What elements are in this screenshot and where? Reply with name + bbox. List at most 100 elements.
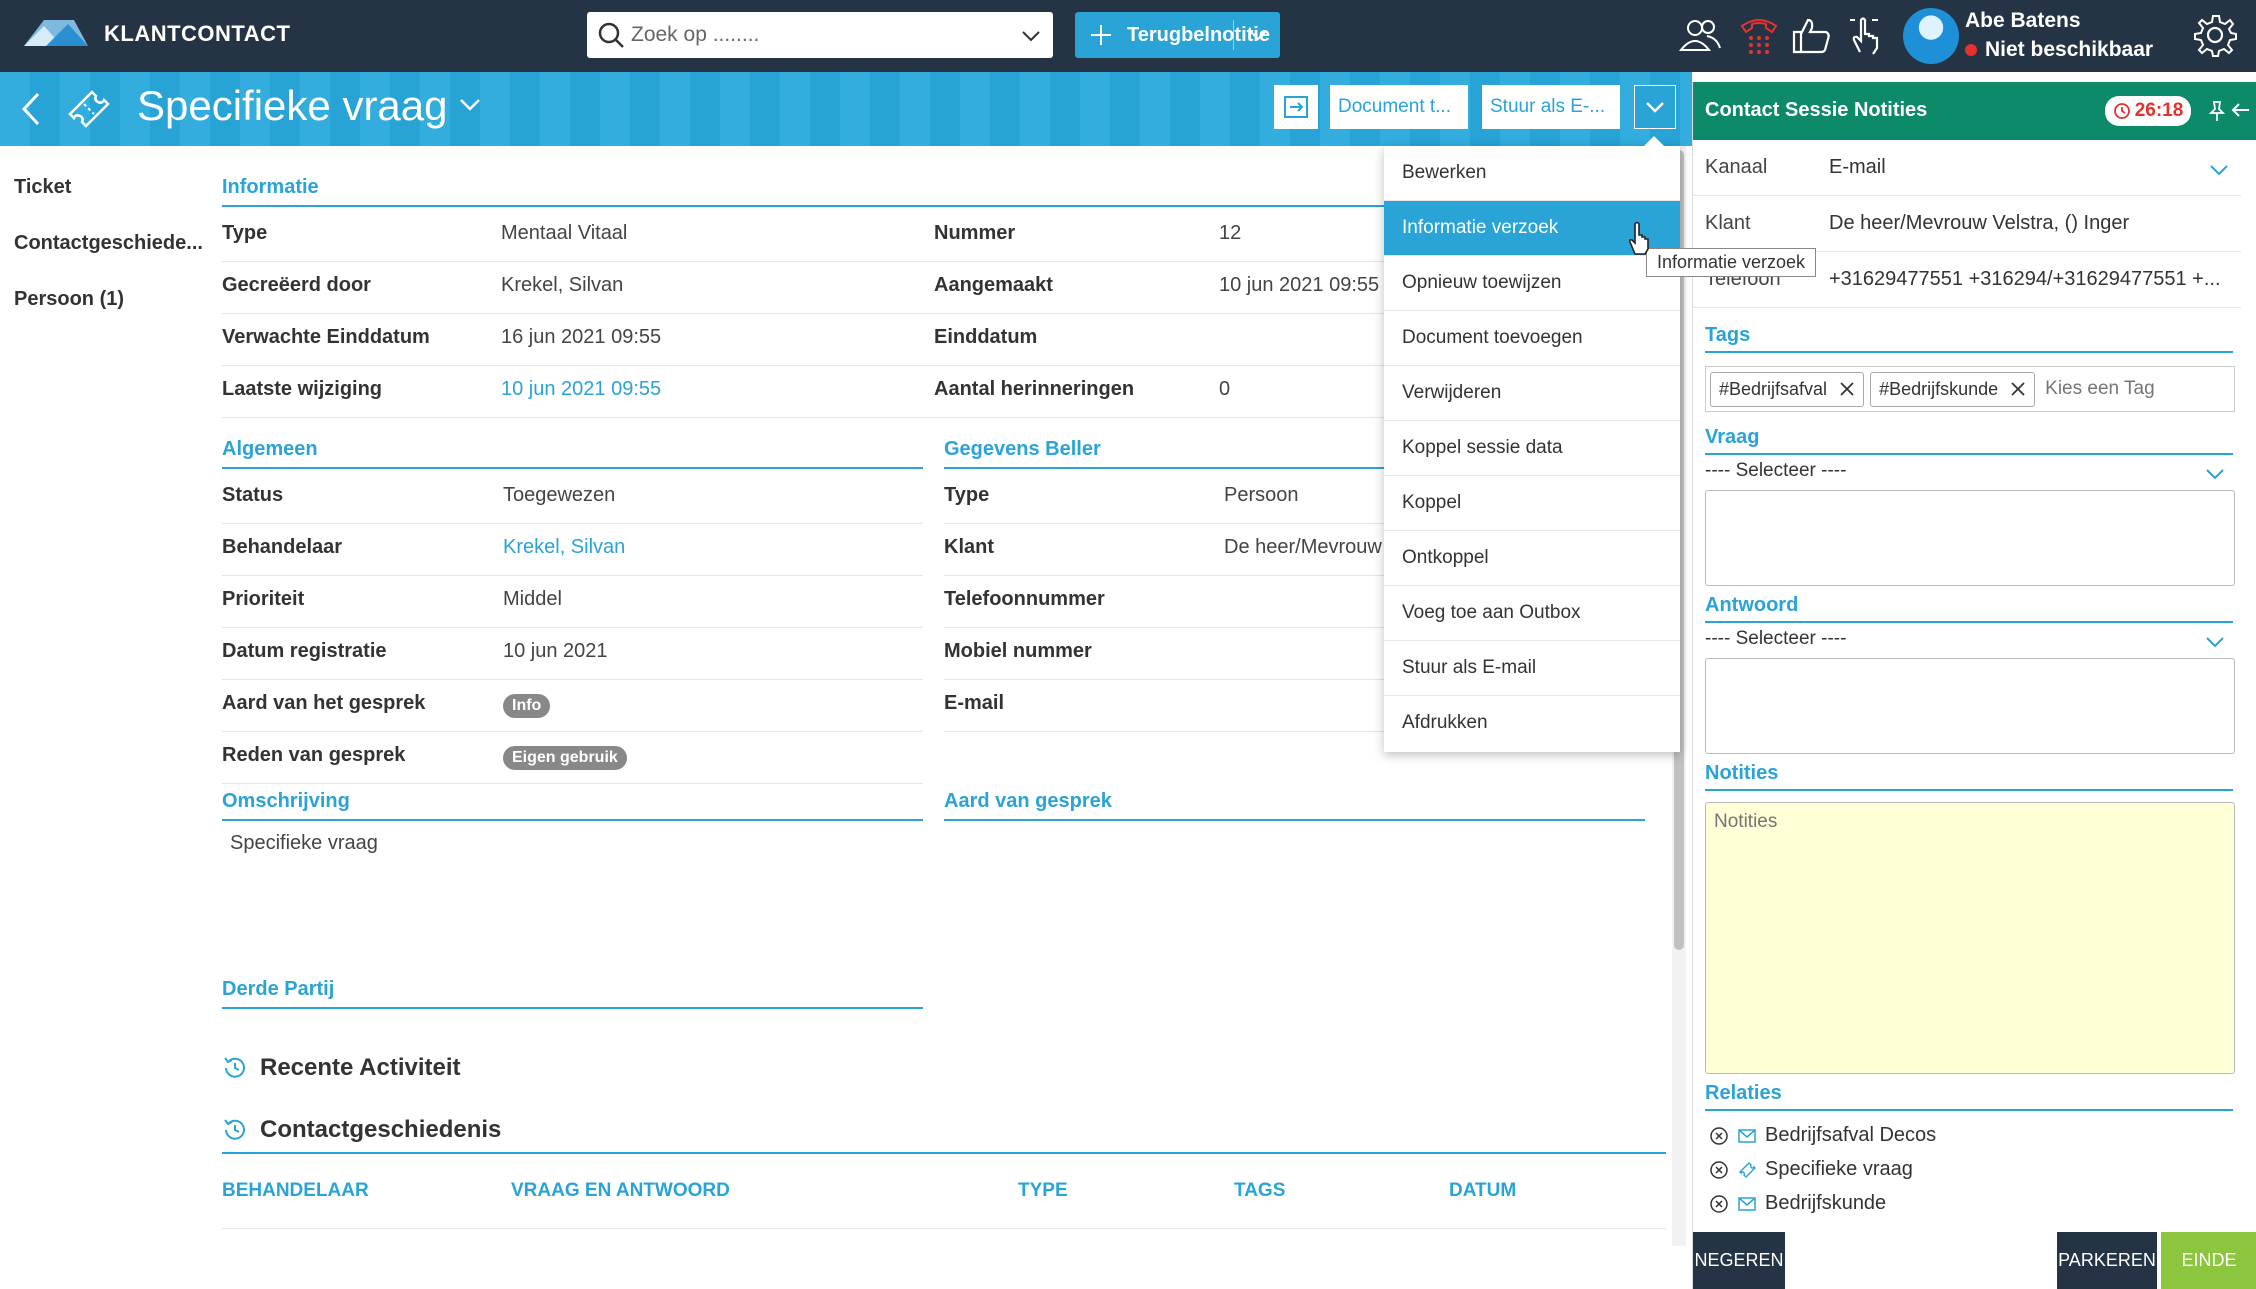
- nav-item-person[interactable]: Persoon (1): [14, 288, 124, 311]
- field-label: Aangemaakt: [934, 274, 1053, 296]
- chevron-down-icon: [1646, 102, 1664, 113]
- back-arrow-icon[interactable]: [14, 88, 46, 130]
- menu-arrow: [1644, 136, 1664, 146]
- field-label: Klant: [1705, 212, 1751, 234]
- customer-field: Klant De heer/Mevrouw Velstra, () Inger: [1693, 196, 2241, 252]
- send-email-button[interactable]: Stuur als E-...: [1482, 85, 1620, 129]
- field-label: Reden van gesprek: [222, 744, 406, 766]
- notes-heading: Notities: [1705, 762, 2233, 791]
- avatar[interactable]: [1903, 8, 1959, 64]
- user-status[interactable]: Niet beschikbaar: [1965, 38, 2153, 62]
- field-value: De heer/Mevrouw: [1224, 536, 1382, 558]
- plus-icon: [1091, 25, 1111, 45]
- conversation-type-badge: Info: [503, 694, 551, 718]
- remove-circle-icon[interactable]: [1709, 1126, 1729, 1146]
- add-document-button[interactable]: Document t...: [1330, 85, 1468, 129]
- column-header-handler[interactable]: BEHANDELAAR: [222, 1180, 369, 1202]
- recent-activity-heading[interactable]: Recente Activiteit: [222, 1054, 461, 1082]
- gear-icon[interactable]: [2192, 12, 2238, 58]
- tag-chip: #Bedrijfsafval: [1710, 371, 1865, 407]
- nav-item-contact-history[interactable]: Contactgeschiede...: [14, 232, 203, 255]
- chevron-down-icon[interactable]: [455, 90, 485, 120]
- menu-item-print[interactable]: Afdrukken: [1384, 696, 1680, 751]
- close-icon[interactable]: [2010, 381, 2026, 397]
- field-label: Gecreëerd door: [222, 274, 371, 296]
- customer-value: De heer/Mevrouw Velstra, () Inger: [1829, 212, 2130, 234]
- tags-input[interactable]: #Bedrijfsafval #Bedrijfskunde: [1705, 366, 2235, 412]
- phone-keypad-icon[interactable]: [1736, 12, 1782, 58]
- remove-circle-icon[interactable]: [1709, 1160, 1729, 1180]
- relation-item[interactable]: Specifieke vraag: [1709, 1158, 1913, 1181]
- contact-history-label: Contactgeschiedenis: [260, 1116, 502, 1143]
- park-button[interactable]: PARKEREN: [2057, 1232, 2157, 1289]
- close-icon[interactable]: [1839, 381, 1855, 397]
- chevron-down-icon[interactable]: [1019, 24, 1043, 48]
- field-label: Einddatum: [934, 326, 1038, 348]
- question-select[interactable]: ---- Selecteer ----: [1705, 460, 2235, 490]
- contact-history-heading[interactable]: Contactgeschiedenis: [222, 1116, 1666, 1154]
- question-textarea[interactable]: [1705, 490, 2235, 586]
- remove-circle-icon[interactable]: [1709, 1194, 1729, 1214]
- chevron-down-icon[interactable]: [1246, 23, 1270, 47]
- menu-item-edit[interactable]: Bewerken: [1384, 146, 1680, 201]
- ignore-button[interactable]: NEGEREN: [1693, 1232, 1785, 1289]
- notes-textarea[interactable]: [1705, 802, 2235, 1074]
- hand-pointer-icon[interactable]: [1842, 12, 1888, 58]
- export-button[interactable]: [1274, 85, 1318, 129]
- more-actions-button[interactable]: [1634, 85, 1676, 129]
- mail-icon: [1738, 1196, 1756, 1211]
- mail-icon: [1738, 1128, 1756, 1143]
- session-timer: 26:18: [2105, 96, 2191, 126]
- brand[interactable]: KLANTCONTACT: [22, 14, 290, 54]
- relation-item[interactable]: Bedrijfsafval Decos: [1709, 1124, 1936, 1147]
- panel-footer: NEGEREN PARKEREN EINDE: [1693, 1232, 2256, 1289]
- clock-icon: [2113, 103, 2130, 119]
- column-header-date[interactable]: DATUM: [1449, 1180, 1516, 1202]
- menu-item-send-as-email[interactable]: Stuur als E-mail: [1384, 641, 1680, 696]
- section-algemeen: Algemeen: [222, 438, 923, 469]
- nav-item-ticket[interactable]: Ticket: [14, 176, 71, 199]
- field-label: Laatste wijziging: [222, 378, 383, 400]
- search-input[interactable]: [631, 23, 1011, 47]
- menu-item-delete[interactable]: Verwijderen: [1384, 366, 1680, 421]
- relation-item[interactable]: Bedrijfskunde: [1709, 1192, 1886, 1215]
- answer-textarea[interactable]: [1705, 658, 2235, 754]
- menu-item-add-document[interactable]: Document toevoegen: [1384, 311, 1680, 366]
- last-modified-link[interactable]: 10 jun 2021 09:55: [501, 378, 661, 401]
- section-derde-partij: Derde Partij: [222, 978, 923, 1009]
- description-text: Specifieke vraag: [230, 832, 378, 854]
- handler-link[interactable]: Krekel, Silvan: [503, 536, 625, 559]
- answer-heading: Antwoord: [1705, 594, 2233, 623]
- pin-icon[interactable]: [2207, 100, 2227, 122]
- column-header-question-answer[interactable]: VRAAG EN ANTWOORD: [511, 1180, 730, 1202]
- tag-search-input[interactable]: [2045, 378, 2216, 400]
- hand-cursor-icon: [1628, 221, 1649, 255]
- chevron-down-icon[interactable]: [2207, 158, 2231, 182]
- field-label: Verwachte Einddatum: [222, 326, 430, 348]
- arrow-left-icon[interactable]: [2229, 98, 2253, 122]
- menu-item-add-to-outbox[interactable]: Voeg toe aan Outbox: [1384, 586, 1680, 641]
- field-label: Telefoonnummer: [944, 588, 1105, 610]
- recent-activity-label: Recente Activiteit: [260, 1054, 461, 1081]
- thumbs-up-icon[interactable]: [1788, 12, 1834, 58]
- menu-item-link-session-data[interactable]: Koppel sessie data: [1384, 421, 1680, 476]
- tooltip: Informatie verzoek: [1646, 248, 1817, 277]
- callback-note-button[interactable]: Terugbelnotitie: [1075, 12, 1280, 58]
- search-box[interactable]: [587, 12, 1053, 58]
- channel-field[interactable]: Kanaal E-mail: [1693, 140, 2241, 196]
- column-header-tags[interactable]: TAGS: [1234, 1180, 1285, 1202]
- end-button[interactable]: EINDE: [2161, 1232, 2256, 1289]
- field-label: Prioriteit: [222, 588, 305, 610]
- column-header-type[interactable]: TYPE: [1018, 1180, 1068, 1202]
- brand-name: KLANTCONTACT: [104, 21, 291, 46]
- field-label: Aard van het gesprek: [222, 692, 426, 714]
- user-name[interactable]: Abe Batens: [1965, 9, 2081, 33]
- users-icon[interactable]: [1677, 12, 1723, 58]
- question-heading: Vraag: [1705, 426, 2233, 455]
- panel-title: Contact Sessie Notities: [1705, 99, 1928, 121]
- menu-item-reassign[interactable]: Opnieuw toewijzen: [1384, 256, 1680, 311]
- table-divider: [222, 1228, 1666, 1229]
- menu-item-unlink[interactable]: Ontkoppel: [1384, 531, 1680, 586]
- menu-item-link[interactable]: Koppel: [1384, 476, 1680, 531]
- answer-select[interactable]: ---- Selecteer ----: [1705, 628, 2235, 658]
